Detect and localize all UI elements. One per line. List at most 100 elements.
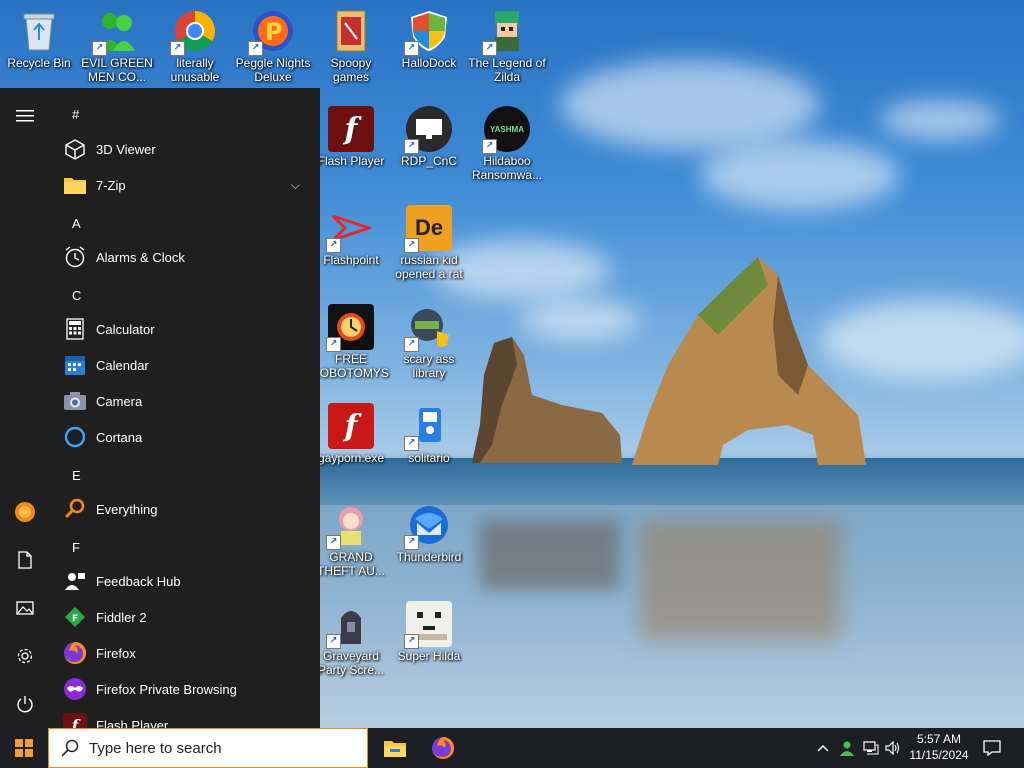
desktop-icon-solitario[interactable]: ↗ solitario — [390, 401, 468, 465]
desktop-icon-gayporn-exe[interactable]: f gayporn.exe — [312, 401, 390, 465]
shortcut-arrow-icon: ↗ — [170, 41, 185, 56]
desktop-icon-peggle-nights[interactable]: P ↗ Peggle Nights Deluxe — [234, 6, 312, 84]
anime-character-icon: ↗ — [326, 502, 374, 550]
folder-icon — [328, 8, 374, 54]
desktop-icon-scary-ass-library[interactable]: ↗ scary ass library — [390, 302, 468, 380]
desktop-icon-grand-theft-au[interactable]: ↗ GRAND THEFT AU... — [312, 500, 390, 578]
user-avatar-icon[interactable] — [0, 492, 50, 532]
section-header-e[interactable]: E — [72, 468, 81, 483]
desktop-icon-recycle-bin[interactable]: Recycle Bin — [0, 6, 78, 70]
remote-desktop-icon: ↗ — [404, 106, 452, 154]
app-alarms-clock[interactable]: Alarms & Clock — [50, 239, 320, 275]
magnifier-icon — [63, 497, 87, 521]
shortcut-arrow-icon: ↗ — [404, 139, 419, 154]
camera-icon — [63, 389, 87, 413]
shortcut-arrow-icon: ↗ — [326, 634, 341, 649]
shortcut-arrow-icon: ↗ — [326, 238, 341, 253]
app-fiddler-2[interactable]: F Fiddler 2 — [50, 599, 320, 635]
clock-time: 5:57 AM — [916, 732, 962, 746]
search-icon — [61, 739, 79, 757]
pixel-character-icon: ↗ — [482, 8, 530, 56]
svg-text:P: P — [265, 18, 283, 46]
shortcut-arrow-icon: ↗ — [248, 41, 263, 56]
app-feedback-hub[interactable]: Feedback Hub — [50, 563, 320, 599]
search-placeholder: Type here to search — [89, 739, 222, 757]
flash-icon: f — [63, 713, 87, 728]
desktop-icon-flashpoint[interactable]: ↗ Flashpoint — [312, 203, 390, 267]
notification-center-icon[interactable] — [978, 728, 1006, 768]
svg-text:F: F — [72, 614, 78, 624]
app-7-zip[interactable]: 7-Zip ⌵ — [50, 167, 320, 203]
app-firefox-private[interactable]: Firefox Private Browsing — [50, 671, 320, 707]
shortcut-arrow-icon: ↗ — [482, 41, 497, 56]
pixel-art-icon: ↗ — [404, 601, 452, 649]
shortcut-arrow-icon: ↗ — [92, 41, 107, 56]
flashpoint-icon: ↗ — [326, 205, 374, 253]
hamburger-icon[interactable] — [0, 96, 50, 136]
app-calendar[interactable]: Calendar — [50, 347, 320, 383]
alarm-clock-icon — [63, 245, 87, 269]
desktop-icon-russian-kid[interactable]: De ↗ russian kid opened a rat — [390, 203, 468, 281]
taskbar: Type here to search 5:57 AM 11/15/2024 — [0, 728, 1024, 768]
folder-icon — [63, 173, 87, 197]
desktop-icon-evil-green-men[interactable]: ↗ EVIL GREEN MEN CO... — [78, 6, 156, 84]
section-header-c[interactable]: C — [72, 288, 81, 303]
green-men-icon: ↗ — [92, 8, 140, 56]
start-menu-rail — [0, 88, 50, 728]
desktop-icon-legend-of-zilda[interactable]: ↗ The Legend of Zilda — [468, 6, 546, 84]
chevron-down-icon[interactable]: ⌵ — [291, 178, 300, 193]
shortcut-arrow-icon: ↗ — [404, 337, 419, 352]
feedback-icon — [63, 569, 87, 593]
library-icon: ↗ — [404, 304, 452, 352]
shortcut-arrow-icon: ↗ — [326, 337, 341, 352]
desktop-icon-super-hilda[interactable]: ↗ Super Hilda — [390, 599, 468, 663]
calendar-icon — [63, 353, 87, 377]
desktop-icon-thunderbird[interactable]: ↗ Thunderbird — [390, 500, 468, 564]
windows-logo-icon — [15, 739, 33, 757]
section-header-hash[interactable]: # — [72, 107, 79, 122]
settings-icon[interactable] — [0, 636, 50, 676]
firefox-icon — [63, 641, 87, 665]
private-browsing-icon — [63, 677, 87, 701]
desktop-icon-literally-unusable[interactable]: ↗ literally unusable — [156, 6, 234, 84]
shortcut-arrow-icon: ↗ — [404, 535, 419, 550]
clock-game-icon: ↗ — [326, 304, 374, 352]
app-everything[interactable]: Everything — [50, 491, 320, 527]
app-calculator[interactable]: Calculator — [50, 311, 320, 347]
taskbar-search-box[interactable]: Type here to search — [48, 728, 368, 768]
desktop-icon-flash-player[interactable]: f Flash Player — [312, 104, 390, 168]
desktop-icon-hallodock[interactable]: ↗ HalloDock — [390, 6, 468, 70]
app-3d-viewer[interactable]: 3D Viewer — [50, 131, 320, 167]
taskbar-file-explorer[interactable] — [371, 728, 419, 768]
shortcut-arrow-icon: ↗ — [482, 139, 497, 154]
app-firefox[interactable]: Firefox — [50, 635, 320, 671]
cube-icon — [63, 137, 87, 161]
app-flash-player[interactable]: f Flash Player — [50, 707, 320, 728]
recycle-bin-icon — [16, 8, 62, 54]
shortcut-arrow-icon: ↗ — [326, 535, 341, 550]
desktop-icon-rdp-cnc[interactable]: ↗ RDP_CnC — [390, 104, 468, 168]
volume-icon[interactable] — [882, 728, 904, 768]
section-header-f[interactable]: F — [72, 540, 80, 555]
documents-icon[interactable] — [0, 540, 50, 580]
start-button[interactable] — [0, 728, 48, 768]
app-camera[interactable]: Camera — [50, 383, 320, 419]
desktop-icon-graveyard-party[interactable]: ↗ Graveyard Party Scre... — [312, 599, 390, 677]
desktop-icon-hildaboo[interactable]: YASHMA ↗ Hildaboo Ransomwa... — [468, 104, 546, 182]
app-cortana[interactable]: Cortana — [50, 419, 320, 455]
pictures-icon[interactable] — [0, 588, 50, 628]
desktop-icon-free-lobotomys[interactable]: ↗ FREE LOBOTOMYS — [312, 302, 390, 380]
user-tray-icon[interactable] — [836, 728, 858, 768]
start-menu: # 3D Viewer 7-Zip ⌵ A Alarms & Clock C C… — [0, 88, 320, 728]
power-icon[interactable] — [0, 684, 50, 724]
peggle-icon: P ↗ — [248, 8, 296, 56]
de-icon: De ↗ — [404, 205, 452, 253]
taskbar-clock[interactable]: 5:57 AM 11/15/2024 — [902, 731, 976, 763]
app-list: # 3D Viewer 7-Zip ⌵ A Alarms & Clock C C… — [50, 88, 320, 728]
show-hidden-icons-chevron-icon[interactable] — [812, 728, 834, 768]
network-icon[interactable] — [860, 728, 882, 768]
taskbar-firefox[interactable] — [419, 728, 467, 768]
section-header-a[interactable]: A — [72, 216, 81, 231]
desktop-icon-spoopy-games[interactable]: Spoopy games — [312, 6, 390, 84]
shortcut-arrow-icon: ↗ — [404, 41, 419, 56]
